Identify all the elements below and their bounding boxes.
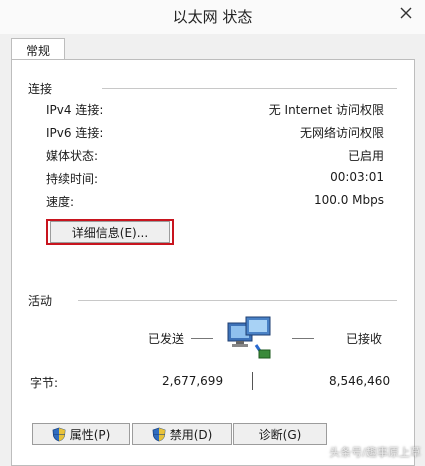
media-state-value: 已启用 <box>347 149 384 163</box>
details-button-label: 详细信息(E)... <box>71 225 149 240</box>
sent-dash <box>191 338 213 339</box>
ipv6-label: IPv6 连接: <box>46 126 104 140</box>
speed-value: 100.0 Mbps <box>313 193 384 207</box>
speed-label: 速度: <box>46 195 75 209</box>
ipv4-label: IPv4 连接: <box>46 103 104 117</box>
bytes-label: 字节: <box>30 376 59 390</box>
activity-section-title: 活动 <box>28 294 53 308</box>
tab-strip: 常规 <box>0 34 425 61</box>
properties-button-label: 属性(P) <box>69 427 111 442</box>
shield-icon <box>152 427 166 441</box>
received-label: 已接收 <box>346 332 383 346</box>
activity-divider <box>78 300 397 301</box>
details-button[interactable]: 详细信息(E)... <box>50 221 170 243</box>
properties-button[interactable]: 属性(P) <box>32 423 130 445</box>
watermark: 头条号/趣事原上草 <box>329 446 421 459</box>
bytes-sent-value: 2,677,699 <box>162 374 224 388</box>
bytes-received-value: 8,546,460 <box>329 374 391 388</box>
diagnose-button[interactable]: 诊断(G) <box>233 423 327 445</box>
connection-section-title: 连接 <box>28 82 53 96</box>
shield-icon <box>52 427 66 441</box>
close-icon <box>400 7 412 19</box>
close-button[interactable] <box>391 0 421 26</box>
window-title: 以太网 状态 <box>172 8 253 26</box>
ipv4-value: 无 Internet 访问权限 <box>268 103 384 117</box>
title-bar: 以太网 状态 <box>0 0 425 34</box>
sent-label: 已发送 <box>148 332 185 346</box>
tab-general[interactable]: 常规 <box>11 38 65 61</box>
diagnose-button-label: 诊断(G) <box>258 427 302 442</box>
received-dash <box>292 338 314 339</box>
ipv6-value: 无网络访问权限 <box>299 126 384 140</box>
connection-divider <box>102 88 397 89</box>
bytes-separator <box>252 372 253 390</box>
disable-button[interactable]: 禁用(D) <box>132 423 232 445</box>
disable-button-label: 禁用(D) <box>169 427 213 442</box>
duration-value: 00:03:01 <box>330 170 384 184</box>
network-computers-icon <box>227 316 271 359</box>
tab-general-label: 常规 <box>25 43 50 58</box>
media-state-label: 媒体状态: <box>46 149 99 163</box>
duration-label: 持续时间: <box>46 172 99 186</box>
general-panel: 连接 IPv4 连接: 无 Internet 访问权限 IPv6 连接: 无网络… <box>11 59 415 466</box>
